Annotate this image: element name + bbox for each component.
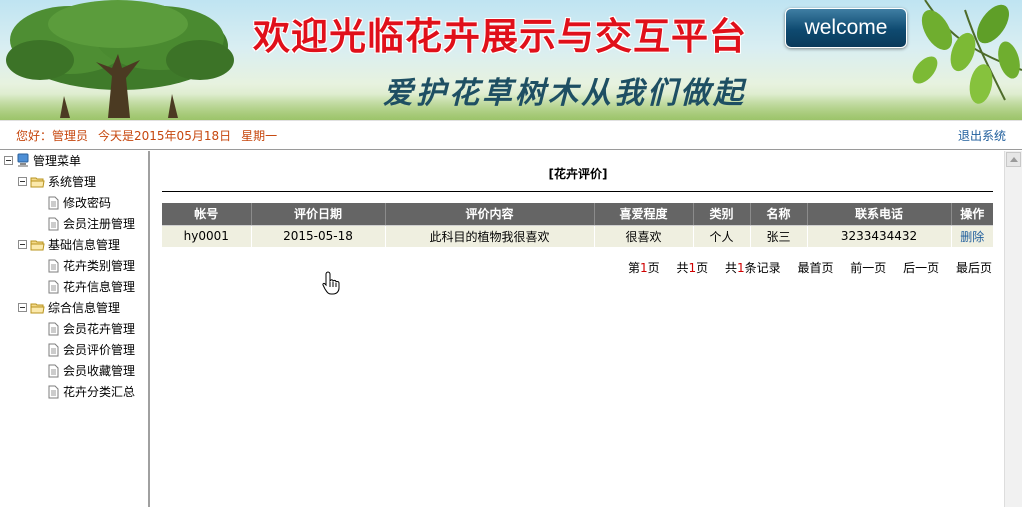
prev-page-link[interactable]: 前一页 [850,261,886,275]
collapse-toggle-icon[interactable] [18,177,27,186]
page-suffix: 页 [647,261,660,275]
menu-item-flower-info[interactable]: 花卉信息管理 [48,277,135,296]
menu-item-change-password[interactable]: 修改密码 [48,193,111,212]
menu-item-label: 会员评价管理 [63,343,136,357]
pagination: 第1页 共1页 共1条记录 最首页 前一页 后一页 最后页 [615,259,992,276]
cell-name: 张三 [750,225,808,247]
menu-item-member-favorites[interactable]: 会员收藏管理 [48,361,135,380]
hand-cursor-icon [322,271,340,295]
vertical-scrollbar[interactable] [1004,151,1022,507]
menu-group-label: 基础信息管理 [48,238,121,252]
total-records-number: 1 [736,261,745,275]
total-pages-number: 1 [688,261,697,275]
menu-group-basic-info[interactable]: 基础信息管理 [18,235,120,254]
page-prefix: 第 [627,261,640,275]
cell-account: hy0001 [162,225,252,247]
menu-item-label: 花卉分类汇总 [63,385,136,399]
document-icon [48,343,59,356]
menu-item-label: 花卉类别管理 [63,259,136,273]
current-date: 今天是2015年05月18日 [98,129,232,143]
site-title: 欢迎光临花卉展示与交互平台 [253,14,747,58]
leaves-graphic [912,0,1022,104]
total-suffix: 页 [696,261,709,275]
computer-icon [17,153,29,167]
current-page-info: 第1页 [628,261,660,275]
cell-liking: 很喜欢 [594,225,694,247]
greeting-text: 您好：管理员 今天是2015年05月18日 星期一 [16,127,287,144]
page-title: [花卉评价] [548,167,608,181]
records-suffix: 条记录 [744,261,781,275]
menu-item-label: 会员收藏管理 [63,364,136,378]
folder-open-icon [30,303,45,313]
menu-item-member-flowers[interactable]: 会员花卉管理 [48,319,135,338]
logout-link[interactable]: 退出系统 [958,127,1006,144]
reviews-table: 帐号 评价日期 评价内容 喜爱程度 类别 名称 联系电话 操作 hy0001 2… [162,203,993,247]
menu-group-comprehensive[interactable]: 综合信息管理 [18,298,120,317]
page-number: 1 [639,261,648,275]
menu-item-flower-category[interactable]: 花卉类别管理 [48,256,135,275]
collapse-toggle-icon[interactable] [18,240,27,249]
column-header-name: 名称 [750,203,808,226]
welcome-button[interactable]: welcome [785,8,907,48]
document-icon [48,322,59,335]
folder-open-icon [30,240,45,250]
column-header-action: 操作 [951,203,993,226]
menu-root[interactable]: 管理菜单 [4,151,81,170]
collapse-toggle-icon[interactable] [18,303,27,312]
folder-open-icon [30,177,45,187]
menu-item-member-reviews[interactable]: 会员评价管理 [48,340,135,359]
weekday: 星期一 [241,129,278,143]
column-header-account: 帐号 [162,203,252,226]
document-icon [48,364,59,377]
total-pages-info: 共1页 [676,261,708,275]
next-page-link[interactable]: 后一页 [903,261,939,275]
column-header-content: 评价内容 [385,203,595,226]
menu-group-label: 系统管理 [48,175,97,189]
menu-item-flower-summary[interactable]: 花卉分类汇总 [48,382,135,401]
menu-root-label: 管理菜单 [33,154,82,168]
menu-item-label: 花卉信息管理 [63,280,136,294]
menu-item-member-registration[interactable]: 会员注册管理 [48,214,135,233]
first-page-link[interactable]: 最首页 [797,261,833,275]
cell-category: 个人 [693,225,751,247]
cell-date: 2015-05-18 [251,225,386,247]
status-bar: 您好：管理员 今天是2015年05月18日 星期一 退出系统 [0,120,1022,150]
cell-phone: 3233434432 [807,225,952,247]
menu-item-label: 会员注册管理 [63,217,136,231]
title-divider [162,191,993,192]
sidebar-menu: 管理菜单 系统管理 修改密码 会员注册管理 基础信息管理 花卉类别管理 花卉信息… [0,151,150,507]
document-icon [48,196,59,209]
menu-group-system[interactable]: 系统管理 [18,172,96,191]
collapse-toggle-icon[interactable] [4,156,13,165]
table-row: hy0001 2015-05-18 此科目的植物我很喜欢 很喜欢 个人 张三 3… [162,225,993,247]
column-header-category: 类别 [693,203,751,226]
menu-item-label: 会员花卉管理 [63,322,136,336]
column-header-phone: 联系电话 [807,203,952,226]
total-records-info: 共1条记录 [725,261,781,275]
menu-group-label: 综合信息管理 [48,301,121,315]
document-icon [48,280,59,293]
table-header-row: 帐号 评价日期 评价内容 喜爱程度 类别 名称 联系电话 操作 [162,203,993,226]
column-header-liking: 喜爱程度 [594,203,694,226]
main-content: [花卉评价] 帐号 评价日期 评价内容 喜爱程度 类别 名称 联系电话 操作 h… [152,151,1004,507]
scroll-up-arrow-icon[interactable] [1006,152,1021,167]
site-slogan: 爱护花草树木从我们做起 [383,76,746,111]
delete-link[interactable]: 删除 [960,230,984,244]
document-icon [48,259,59,272]
last-page-link[interactable]: 最后页 [956,261,992,275]
column-header-date: 评价日期 [251,203,386,226]
document-icon [48,217,59,230]
header-banner: 欢迎光临花卉展示与交互平台 爱护花草树木从我们做起 welcome [0,0,1022,120]
menu-item-label: 修改密码 [63,196,112,210]
user-greeting: 您好：管理员 [16,129,89,143]
document-icon [48,385,59,398]
cell-action: 删除 [951,225,993,247]
total-prefix: 共 [676,261,689,275]
tree-graphic [6,0,234,118]
cell-content: 此科目的植物我很喜欢 [385,225,595,247]
records-prefix: 共 [724,261,737,275]
